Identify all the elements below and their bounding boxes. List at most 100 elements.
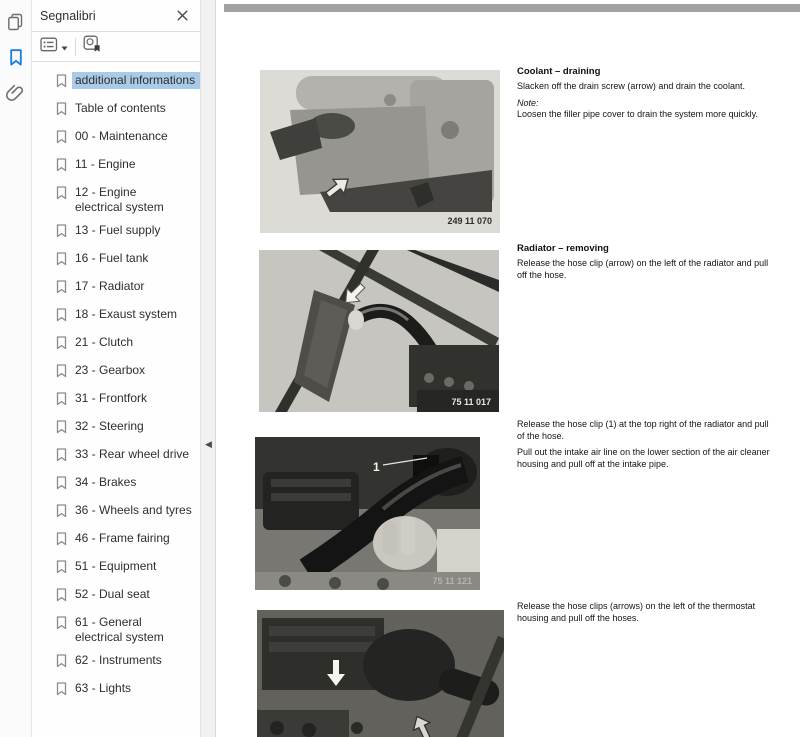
bookmark-glyph-icon — [56, 130, 67, 149]
bookmark-item[interactable]: 23 - Gearbox — [32, 359, 200, 387]
note-text: Loosen the filler pipe cover to drain th… — [517, 109, 775, 121]
section-coolant-draining: Coolant – draining Slacken off the drain… — [517, 66, 775, 126]
bookmark-item-label: 52 - Dual seat — [75, 587, 150, 602]
bookmark-item[interactable]: 31 - Frontfork — [32, 387, 200, 415]
bookmarks-panel: Segnalibri — [32, 0, 200, 737]
bookmark-item[interactable]: 17 - Radiator — [32, 275, 200, 303]
bookmark-item-label: 11 - Engine — [75, 157, 136, 172]
figure-intake-hose: 1 75 11 121 — [255, 437, 480, 595]
bookmarks-panel-header: Segnalibri — [32, 0, 200, 32]
bookmark-item[interactable]: additional informations — [32, 69, 200, 97]
bookmark-glyph-icon — [56, 560, 67, 579]
bookmark-item[interactable]: Table of contents — [32, 97, 200, 125]
collapse-panel-icon[interactable]: ◀ — [205, 440, 212, 449]
bookmark-icon — [8, 48, 24, 72]
bookmark-item-label: 12 - Engine electrical system — [75, 185, 167, 215]
bookmark-glyph-icon — [56, 448, 67, 467]
figure-part-label: 1 — [373, 460, 380, 474]
bookmark-item[interactable]: 12 - Engine electrical system — [32, 181, 200, 219]
bookmark-glyph-icon — [56, 364, 67, 383]
bookmark-glyph-icon — [56, 224, 67, 243]
bookmark-item-label: 21 - Clutch — [75, 335, 133, 350]
section-paragraph: Slacken off the drain screw (arrow) and … — [517, 81, 775, 93]
bookmark-item[interactable]: 33 - Rear wheel drive — [32, 443, 200, 471]
bookmark-item[interactable]: 11 - Engine — [32, 153, 200, 181]
bookmark-glyph-icon — [56, 308, 67, 327]
section-paragraph: Pull out the intake air line on the lowe… — [517, 447, 775, 470]
bookmark-item[interactable]: 51 - Equipment — [32, 555, 200, 583]
bookmark-glyph-icon — [56, 74, 67, 93]
bookmark-glyph-icon — [56, 504, 67, 523]
options-icon — [40, 37, 58, 57]
bookmark-item-label: 36 - Wheels and tyres — [75, 503, 192, 518]
bookmark-item[interactable]: 16 - Fuel tank — [32, 247, 200, 275]
section-paragraph: Release the hose clips (arrows) on the l… — [517, 601, 775, 624]
bookmark-item[interactable]: 52 - Dual seat — [32, 583, 200, 611]
bookmark-item[interactable]: 00 - Maintenance — [32, 125, 200, 153]
bookmarks-panel-button[interactable] — [5, 48, 27, 72]
bookmark-glyph-icon — [56, 102, 67, 121]
bookmark-item[interactable]: 61 - General electrical system — [32, 611, 200, 649]
find-current-bookmark-button[interactable] — [83, 35, 102, 58]
bookmark-item[interactable]: 34 - Brakes — [32, 471, 200, 499]
paperclip-icon — [6, 83, 25, 110]
bookmark-item[interactable]: 21 - Clutch — [32, 331, 200, 359]
toolbar-divider — [75, 38, 76, 56]
bookmark-glyph-icon — [56, 616, 67, 635]
bookmark-list: additional informations Table of content… — [32, 62, 200, 705]
bookmark-glyph-icon — [56, 588, 67, 607]
section-paragraph: Release the hose clip (arrow) on the lef… — [517, 258, 775, 281]
attachments-button[interactable] — [5, 84, 27, 108]
bookmark-item[interactable]: 32 - Steering — [32, 415, 200, 443]
section-radiator-removing: Radiator – removing Release the hose cli… — [517, 243, 775, 286]
bookmark-item[interactable]: 63 - Lights — [32, 677, 200, 705]
figure-caption: 75 11 121 — [432, 576, 472, 586]
section-hose-clip-intake: Release the hose clip (1) at the top rig… — [517, 419, 775, 475]
bookmarks-toolbar — [32, 32, 200, 62]
bookmark-item-label: additional informations — [72, 72, 200, 89]
bookmark-item-label: 16 - Fuel tank — [75, 251, 148, 266]
figure-caption: 75 11 017 — [451, 397, 491, 407]
bookmark-item-label: 51 - Equipment — [75, 559, 156, 574]
bookmark-item[interactable]: 46 - Frame fairing — [32, 527, 200, 555]
figure-thermostat-housing — [257, 610, 504, 737]
pdf-viewer-window: Segnalibri — [0, 0, 800, 737]
bookmark-glyph-icon — [56, 280, 67, 299]
bookmark-item-label: 13 - Fuel supply — [75, 223, 160, 238]
bookmark-item-label: 63 - Lights — [75, 681, 131, 696]
page-thumbnails-button[interactable] — [5, 12, 27, 36]
bookmark-item-label: 61 - General electrical system — [75, 615, 167, 645]
section-heading: Radiator – removing — [517, 243, 775, 254]
navigation-rail — [0, 0, 32, 737]
bookmark-glyph-icon — [56, 682, 67, 701]
bookmark-item-label: 34 - Brakes — [75, 475, 136, 490]
bookmark-item[interactable]: 36 - Wheels and tyres — [32, 499, 200, 527]
page-thumbnails-icon — [6, 12, 25, 36]
bookmark-item[interactable]: 18 - Exaust system — [32, 303, 200, 331]
bookmark-item-label: 33 - Rear wheel drive — [75, 447, 189, 462]
note-label: Note: — [517, 98, 775, 110]
bookmark-glyph-icon — [56, 252, 67, 271]
bookmark-item-label: 18 - Exaust system — [75, 307, 177, 322]
close-panel-icon[interactable] — [177, 10, 188, 21]
viewer-top-edge — [224, 4, 800, 12]
bookmark-item-label: 23 - Gearbox — [75, 363, 145, 378]
find-bookmark-icon — [83, 35, 102, 58]
section-heading: Coolant – draining — [517, 66, 775, 77]
bookmark-options-button[interactable] — [40, 37, 68, 57]
bookmark-glyph-icon — [56, 532, 67, 551]
figure-coolant-drain: 249 11 070 — [260, 70, 500, 238]
chevron-down-icon — [61, 38, 68, 56]
bookmark-glyph-icon — [56, 476, 67, 495]
bookmark-item-label: 62 - Instruments — [75, 653, 162, 668]
bookmark-glyph-icon — [56, 654, 67, 673]
bookmark-item-label: 31 - Frontfork — [75, 391, 147, 406]
bookmark-item[interactable]: 13 - Fuel supply — [32, 219, 200, 247]
bookmark-item[interactable]: 62 - Instruments — [32, 649, 200, 677]
bookmark-item-label: 17 - Radiator — [75, 279, 144, 294]
panel-gutter: ◀ — [200, 0, 216, 737]
bookmark-item-label: 46 - Frame fairing — [75, 531, 170, 546]
figure-caption: 249 11 070 — [447, 216, 492, 226]
bookmark-glyph-icon — [56, 336, 67, 355]
section-paragraph: Release the hose clip (1) at the top rig… — [517, 419, 775, 442]
